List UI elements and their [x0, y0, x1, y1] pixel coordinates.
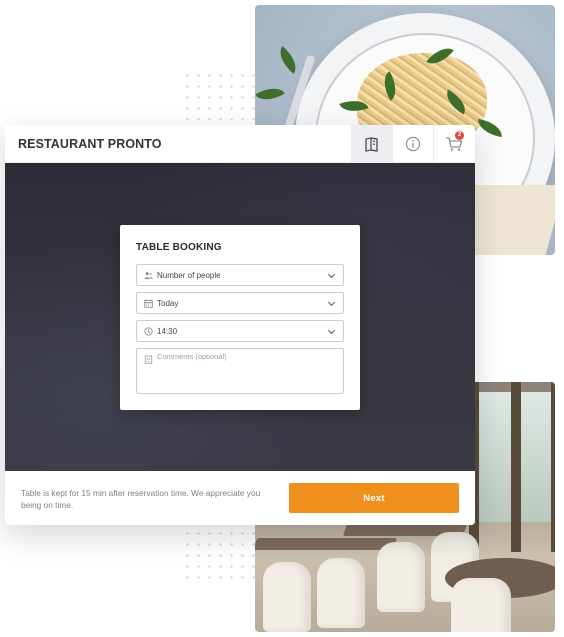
cart-count-badge: 2 — [455, 131, 464, 140]
booking-widget: RESTAURANT PRONTO 2 TABLE BOOKING Number… — [5, 125, 475, 525]
clock-icon — [144, 326, 153, 336]
reservation-note: Table is kept for 15 min after reservati… — [21, 488, 261, 510]
widget-footer: Table is kept for 15 min after reservati… — [5, 471, 475, 525]
table-booking-form: TABLE BOOKING Number of people Today 14:… — [120, 225, 360, 410]
people-select[interactable]: Number of people — [136, 264, 344, 286]
people-select-value: Number of people — [157, 270, 221, 280]
chevron-down-icon — [327, 273, 336, 279]
time-select-value: 14:30 — [157, 326, 178, 336]
people-icon — [144, 271, 153, 279]
calendar-icon — [144, 299, 153, 308]
next-button[interactable]: Next — [289, 483, 459, 513]
date-select[interactable]: Today — [136, 292, 344, 314]
date-select-value: Today — [157, 298, 179, 308]
chevron-down-icon — [327, 329, 336, 335]
note-icon — [144, 355, 153, 364]
comments-input[interactable] — [157, 352, 337, 390]
hero-background: TABLE BOOKING Number of people Today 14:… — [5, 163, 475, 471]
restaurant-name: RESTAURANT PRONTO — [18, 137, 162, 151]
info-icon — [405, 136, 421, 152]
chevron-down-icon — [327, 301, 336, 307]
widget-header: RESTAURANT PRONTO 2 — [5, 125, 475, 163]
decorative-dots — [182, 528, 260, 580]
booking-title: TABLE BOOKING — [136, 242, 222, 253]
menu-button[interactable] — [351, 125, 392, 163]
cart-button[interactable]: 2 — [433, 125, 474, 163]
decorative-dots — [182, 70, 260, 120]
menu-book-icon — [365, 137, 378, 152]
time-select[interactable]: 14:30 — [136, 320, 344, 342]
info-button[interactable] — [392, 125, 433, 163]
comments-field — [136, 348, 344, 394]
